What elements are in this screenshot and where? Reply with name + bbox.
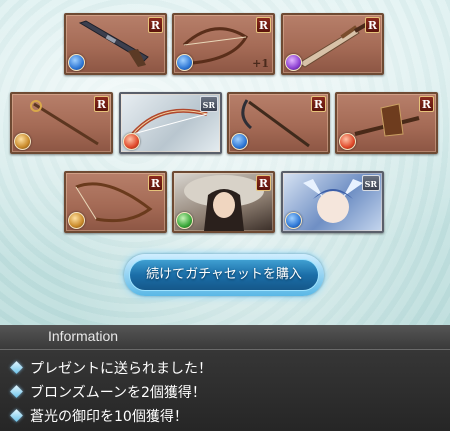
rarity-badge: R — [147, 17, 163, 33]
water-element-icon — [68, 54, 85, 71]
earth-element-icon — [14, 133, 31, 150]
info-line-text: ブロンズムーンを2個獲得！ — [30, 385, 206, 401]
information-header: Information — [0, 325, 450, 350]
card-axe[interactable]: R — [335, 92, 438, 154]
card-character-sr[interactable]: SR — [281, 171, 384, 233]
info-line: プレゼントに送られました！ — [10, 357, 440, 379]
buy-button-frame: 続けてガチャセットを購入 — [124, 254, 324, 296]
info-line: 蒼光の御印を10個獲得！ — [10, 405, 440, 427]
diamond-bullet-icon — [10, 409, 23, 422]
info-line: ブロンズムーンを2個獲得！ — [10, 381, 440, 403]
wind-element-icon — [176, 212, 193, 229]
plus-value: +1 — [252, 57, 269, 70]
card-longbow[interactable]: R — [64, 171, 167, 233]
fire-element-icon — [123, 133, 140, 150]
rarity-badge: R — [93, 96, 109, 112]
rarity-badge: R — [364, 17, 380, 33]
dark-element-icon — [285, 54, 302, 71]
card-sword[interactable]: R — [281, 13, 384, 75]
card-rifle[interactable]: R — [64, 13, 167, 75]
rarity-badge: R — [255, 17, 271, 33]
fire-element-icon — [339, 133, 356, 150]
water-element-icon — [285, 212, 302, 229]
rarity-badge: R — [418, 96, 434, 112]
water-element-icon — [231, 133, 248, 150]
rarity-badge: R — [255, 175, 271, 191]
information-panel: Information プレゼントに送られました！ ブロンズムーンを2個獲得！ … — [0, 325, 450, 431]
buy-again-button[interactable]: 続けてガチャセットを購入 — [129, 259, 319, 291]
rarity-badge: R — [147, 175, 163, 191]
diamond-bullet-icon — [10, 385, 23, 398]
card-staff[interactable]: R — [10, 92, 113, 154]
rarity-badge: R — [310, 96, 326, 112]
card-scythe[interactable]: R — [227, 92, 330, 154]
earth-element-icon — [68, 212, 85, 229]
card-sr-bow[interactable]: SR — [119, 92, 222, 154]
card-bow[interactable]: R +1 — [172, 13, 275, 75]
water-element-icon — [176, 54, 193, 71]
info-line-text: 蒼光の御印を10個獲得！ — [30, 409, 188, 425]
card-character-r[interactable]: R — [172, 171, 275, 233]
diamond-bullet-icon — [10, 361, 23, 374]
information-title: Information — [48, 328, 119, 344]
rarity-badge: SR — [199, 96, 218, 112]
rarity-badge: SR — [361, 175, 380, 191]
info-line-text: プレゼントに送られました！ — [30, 361, 212, 377]
